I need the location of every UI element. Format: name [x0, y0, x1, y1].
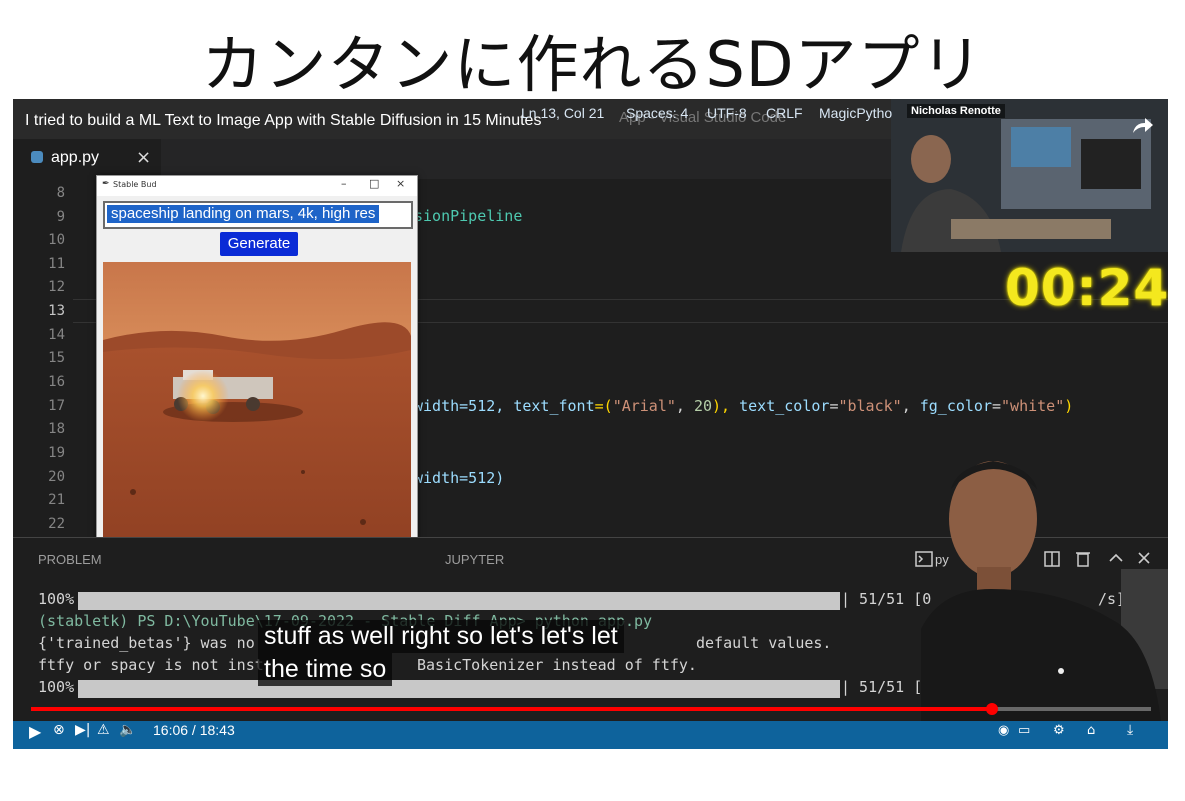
subtitles-icon[interactable]: ▭ [1018, 723, 1030, 738]
line-number: 20 [48, 469, 65, 485]
line-number: 16 [48, 374, 65, 390]
video-title[interactable]: I tried to build a ML Text to Image App … [25, 112, 541, 130]
code-token: fg_color [919, 397, 992, 415]
language-extension[interactable]: MagicPytho [819, 105, 892, 121]
line-number: 21 [48, 492, 65, 508]
feather-icon: ✒ [102, 179, 110, 189]
progress-bar [78, 592, 840, 610]
line-number: 17 [48, 398, 65, 414]
code-token: , [901, 397, 920, 415]
line-number: 8 [56, 185, 65, 201]
video-scrubber[interactable] [985, 703, 998, 715]
terminal-line: default values. [696, 634, 832, 652]
page-title: カンタンに作れるSDアプリ [201, 28, 984, 101]
code-token: width=512, [414, 397, 514, 415]
caption-line: the time so [258, 653, 393, 686]
code-token: "white" [1001, 397, 1065, 415]
code-token: text_font [513, 397, 595, 415]
tab-jupyter[interactable]: JUPYTER [445, 552, 504, 567]
channel-badge[interactable]: Nicholas Renotte [907, 104, 1005, 118]
video-progress-fill [31, 707, 992, 711]
presenter-image [921, 461, 1168, 721]
next-icon[interactable]: ▶| [75, 722, 90, 738]
generated-image [103, 262, 411, 570]
presenter [921, 449, 1168, 721]
code-token: , [675, 397, 694, 415]
terminal-line: 100%| [38, 678, 84, 696]
code-line-9[interactable]: sionPipeline [414, 207, 522, 225]
code-token: "Arial" [612, 397, 676, 415]
prompt-input-value: spaceship landing on mars, 4k, high res [107, 205, 380, 223]
terminal-line: ftfy or spacy is not inst [38, 656, 264, 674]
code-token: ) [1064, 397, 1074, 415]
line-number: 14 [48, 327, 65, 343]
autoplay-toggle-icon[interactable]: ◉ [998, 723, 1009, 738]
tab-app-py[interactable]: app.py × [13, 139, 161, 179]
minimize-button[interactable]: – [341, 177, 347, 190]
stable-bud-window[interactable]: ✒ Stable Bud – □ × spaceship landing on … [96, 175, 418, 577]
cursor-position[interactable]: Ln 13, Col 21 [521, 105, 604, 121]
line-number: 11 [48, 256, 65, 272]
indentation[interactable]: Spaces: 4 [626, 105, 688, 121]
python-icon [31, 151, 43, 163]
progress-bar [78, 680, 840, 698]
tab-problems[interactable]: PROBLEM [38, 552, 102, 567]
app-title: Stable Bud [113, 180, 157, 189]
volume-icon[interactable]: 🔈 [119, 722, 136, 738]
play-icon[interactable]: ▶ [29, 722, 41, 741]
code-token: = [992, 397, 1002, 415]
encoding[interactable]: UTF-8 [707, 105, 747, 121]
code-token: width=512) [414, 469, 505, 487]
code-token: ), [712, 397, 740, 415]
code-line-20[interactable]: width=512) [414, 469, 504, 487]
warning-icon[interactable]: ⚠ [97, 722, 110, 738]
line-ending[interactable]: CRLF [766, 105, 803, 121]
caption-line: stuff as well right so let's let's let [258, 620, 624, 653]
close-button[interactable]: × [396, 177, 405, 190]
app-titlebar[interactable]: ✒ Stable Bud – □ × [97, 176, 417, 196]
terminal-line: | 51/51 [ [841, 678, 923, 696]
cast-icon[interactable]: ⌂ [1087, 723, 1095, 738]
tab-label: app.py [51, 149, 100, 166]
code-token: sionPipeline [414, 207, 523, 225]
video-time: 16:06 / 18:43 [153, 722, 235, 738]
line-number: 9 [56, 209, 65, 225]
settings-icon[interactable]: ⚙ [1053, 723, 1065, 738]
line-number: 18 [48, 421, 65, 437]
mars-rover-image [103, 262, 411, 570]
code-token: text_color [739, 397, 830, 415]
terminal-line: 100%| [38, 590, 84, 608]
line-number: 12 [48, 279, 65, 295]
webcam-inset: | あ ▯ ▣ かな ⚙ [891, 99, 1168, 252]
code-token: "black" [838, 397, 902, 415]
line-number: 10 [48, 232, 65, 248]
countdown-timer: 00:24 [1005, 259, 1168, 317]
line-number: 22 [48, 516, 65, 532]
code-token: =( [594, 397, 613, 415]
line-number: 13 [48, 303, 65, 319]
error-icon[interactable]: ⊗ [53, 722, 65, 738]
terminal-line: {'trained_betas'} was no [38, 634, 255, 652]
share-icon[interactable] [1131, 115, 1155, 135]
video-player[interactable]: App - Visual Studio Code I tried to buil… [13, 99, 1168, 749]
line-number: 19 [48, 445, 65, 461]
terminal-line: BasicTokenizer instead of ftfy. [417, 656, 697, 674]
webcam-image [891, 99, 1168, 252]
code-token: 20 [693, 397, 713, 415]
terminal-line: | 51/51 [0 [841, 590, 932, 608]
maximize-button[interactable]: □ [369, 177, 379, 190]
exit-fullscreen-icon[interactable]: ⤓ [1127, 722, 1133, 738]
line-number: 15 [48, 350, 65, 366]
code-line-17[interactable]: width=512, text_font=("Arial", 20), text… [414, 397, 1073, 415]
generate-button[interactable]: Generate [220, 232, 298, 256]
close-icon[interactable]: × [136, 147, 151, 168]
prompt-input[interactable]: spaceship landing on mars, 4k, high res [103, 201, 413, 229]
